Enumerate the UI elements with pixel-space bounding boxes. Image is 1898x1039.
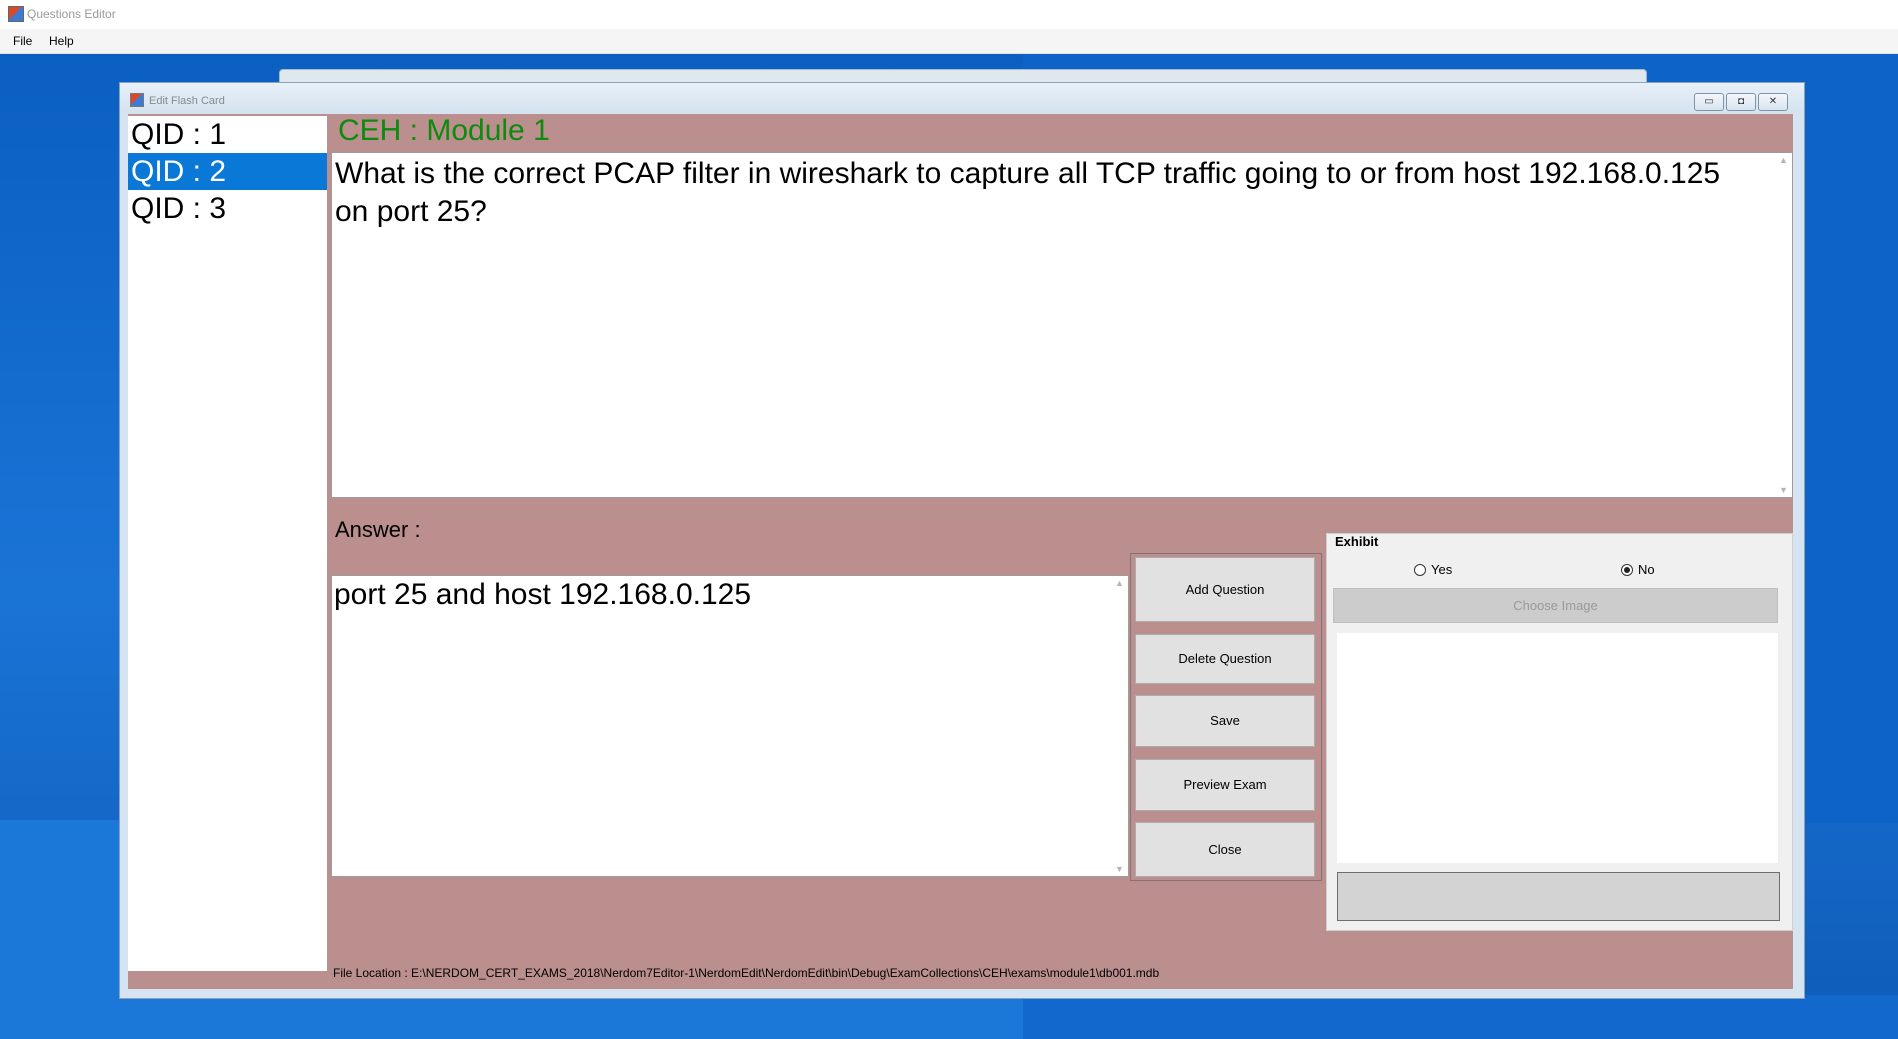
add-question-button[interactable]: Add Question bbox=[1135, 557, 1315, 622]
app-title: Questions Editor bbox=[27, 7, 116, 21]
action-button-group: Add Question Delete Question Save Previe… bbox=[1130, 553, 1322, 881]
edit-window-icon bbox=[130, 93, 144, 107]
edit-flash-card-window: Edit Flash Card ▭ ◘ ✕ QID : 1 QID : 2 QI… bbox=[119, 82, 1805, 999]
menu-file[interactable]: File bbox=[9, 34, 36, 48]
qid-list-item[interactable]: QID : 3 bbox=[128, 190, 327, 227]
exhibit-no-label: No bbox=[1638, 562, 1655, 577]
exhibit-image-preview bbox=[1337, 633, 1778, 863]
exhibit-yes-label: Yes bbox=[1431, 562, 1453, 577]
qid-list-item[interactable]: QID : 1 bbox=[128, 116, 327, 153]
file-location-label: File Location : E:\NERDOM_CERT_EXAMS_201… bbox=[333, 966, 1160, 980]
scroll-down-icon[interactable]: ▼ bbox=[1115, 864, 1124, 874]
menu-help[interactable]: Help bbox=[45, 34, 78, 48]
radio-checked-icon[interactable] bbox=[1621, 564, 1633, 576]
question-scrollbar[interactable]: ▲ ▼ bbox=[1775, 153, 1792, 497]
app-titlebar: Questions Editor bbox=[0, 0, 1898, 29]
close-window-button[interactable]: ✕ bbox=[1758, 93, 1788, 111]
qid-list-item-selected[interactable]: QID : 2 bbox=[128, 153, 327, 190]
maximize-button[interactable]: ◘ bbox=[1726, 93, 1756, 111]
edit-window-titlebar[interactable]: Edit Flash Card ▭ ◘ ✕ bbox=[120, 83, 1804, 113]
app-icon bbox=[8, 6, 24, 22]
answer-label: Answer : bbox=[335, 517, 421, 542]
question-textbox[interactable]: What is the correct PCAP filter in wires… bbox=[331, 152, 1793, 498]
preview-exam-button[interactable]: Preview Exam bbox=[1135, 759, 1315, 811]
choose-image-button[interactable]: Choose Image bbox=[1333, 588, 1778, 623]
close-button[interactable]: Close bbox=[1135, 822, 1315, 877]
edit-window-title: Edit Flash Card bbox=[149, 95, 225, 107]
menubar: File Help bbox=[0, 29, 1898, 54]
minimize-button[interactable]: ▭ bbox=[1694, 93, 1724, 111]
answer-textbox[interactable]: port 25 and host 192.168.0.125 ▲ ▼ bbox=[331, 575, 1129, 877]
module-title: CEH : Module 1 bbox=[338, 114, 550, 147]
answer-scrollbar[interactable]: ▲ ▼ bbox=[1111, 576, 1128, 876]
save-button[interactable]: Save bbox=[1135, 695, 1315, 747]
exhibit-yes-radio[interactable]: Yes bbox=[1414, 562, 1452, 577]
scroll-down-icon[interactable]: ▼ bbox=[1779, 485, 1788, 495]
question-text: What is the correct PCAP filter in wires… bbox=[335, 157, 1721, 228]
exhibit-legend: Exhibit bbox=[1335, 534, 1379, 549]
delete-question-button[interactable]: Delete Question bbox=[1135, 634, 1315, 684]
exhibit-path-field[interactable] bbox=[1337, 872, 1780, 921]
exhibit-no-radio[interactable]: No bbox=[1621, 562, 1655, 577]
scroll-up-icon[interactable]: ▲ bbox=[1115, 578, 1124, 588]
radio-unchecked-icon[interactable] bbox=[1414, 564, 1426, 576]
scroll-up-icon[interactable]: ▲ bbox=[1779, 155, 1788, 165]
exhibit-groupbox: Exhibit Yes No Choose Image bbox=[1326, 533, 1793, 931]
answer-text: port 25 and host 192.168.0.125 bbox=[334, 578, 752, 611]
qid-list[interactable]: QID : 1 QID : 2 QID : 3 bbox=[128, 116, 327, 971]
edit-window-client: QID : 1 QID : 2 QID : 3 CEH : Module 1 W… bbox=[128, 114, 1793, 989]
desktop-background-pane bbox=[1023, 995, 1898, 1039]
